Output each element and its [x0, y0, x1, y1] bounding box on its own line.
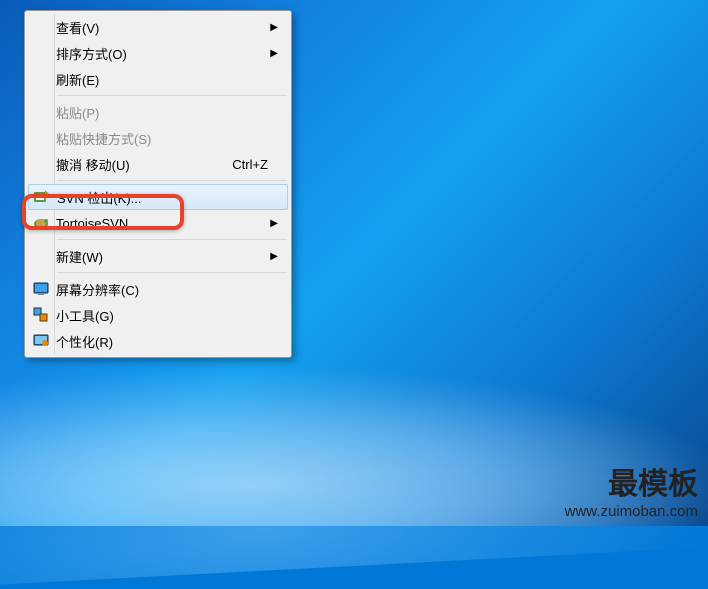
menu-label: 小工具(G) [54, 306, 288, 325]
menu-label: 查看(V) [54, 18, 288, 37]
menu-label: SVN 检出(K)... [55, 188, 287, 207]
menu-separator [57, 95, 287, 96]
menu-separator [57, 239, 287, 240]
submenu-arrow-icon: ▶ [270, 48, 278, 59]
menu-label: 个性化(R) [54, 332, 288, 351]
watermark: 最模板 www.zuimoban.com [565, 459, 698, 520]
menu-item-undo-move[interactable]: 撤消 移动(U) Ctrl+Z [28, 151, 288, 177]
personalize-icon [28, 328, 54, 354]
blank-icon [28, 99, 54, 125]
menu-item-new[interactable]: 新建(W) ▶ [28, 243, 288, 269]
blank-icon [28, 125, 54, 151]
blank-icon [28, 40, 54, 66]
menu-item-gadgets[interactable]: 小工具(G) [28, 302, 288, 328]
menu-label: 新建(W) [54, 247, 288, 266]
menu-item-sort[interactable]: 排序方式(O) ▶ [28, 40, 288, 66]
monitor-icon [28, 276, 54, 302]
svn-checkout-icon [29, 184, 55, 210]
blank-icon [28, 151, 54, 177]
menu-label: 排序方式(O) [54, 44, 288, 63]
menu-label: 撤消 移动(U) [54, 155, 232, 174]
menu-item-screen-resolution[interactable]: 屏幕分辨率(C) [28, 276, 288, 302]
menu-shortcut: Ctrl+Z [232, 157, 288, 172]
watermark-title: 最模板 [565, 459, 698, 503]
menu-label: 屏幕分辨率(C) [54, 280, 288, 299]
menu-label: 刷新(E) [54, 70, 288, 89]
menu-item-paste-shortcut: 粘贴快捷方式(S) [28, 125, 288, 151]
tortoisesvn-icon [28, 210, 54, 236]
submenu-arrow-icon: ▶ [270, 251, 278, 262]
context-menu: 查看(V) ▶ 排序方式(O) ▶ 刷新(E) 粘贴(P) 粘贴快捷方式(S) … [24, 10, 292, 358]
submenu-arrow-icon: ▶ [270, 218, 278, 229]
menu-item-paste: 粘贴(P) [28, 99, 288, 125]
menu-separator [57, 180, 287, 181]
watermark-url: www.zuimoban.com [565, 503, 698, 520]
blank-icon [28, 66, 54, 92]
menu-item-view[interactable]: 查看(V) ▶ [28, 14, 288, 40]
blank-icon [28, 243, 54, 269]
menu-item-tortoisesvn[interactable]: TortoiseSVN ▶ [28, 210, 288, 236]
menu-label: TortoiseSVN [54, 216, 288, 231]
menu-item-svn-checkout[interactable]: SVN 检出(K)... [28, 184, 288, 210]
menu-label: 粘贴快捷方式(S) [54, 129, 288, 148]
blank-icon [28, 14, 54, 40]
menu-label: 粘贴(P) [54, 103, 288, 122]
gadgets-icon [28, 302, 54, 328]
menu-item-refresh[interactable]: 刷新(E) [28, 66, 288, 92]
menu-item-personalize[interactable]: 个性化(R) [28, 328, 288, 354]
menu-separator [57, 272, 287, 273]
submenu-arrow-icon: ▶ [270, 22, 278, 33]
